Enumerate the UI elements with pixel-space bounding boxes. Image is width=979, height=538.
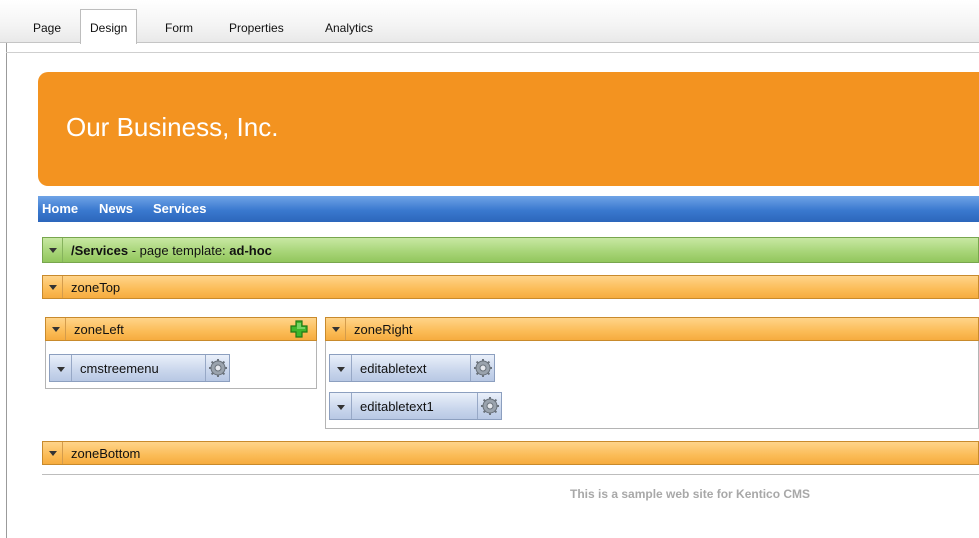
tab-form[interactable]: Form xyxy=(156,10,202,43)
triangle-down-icon[interactable] xyxy=(330,355,352,381)
webpart-editabletext1[interactable]: editabletext1 xyxy=(329,392,502,420)
webpart-label: cmstreemenu xyxy=(80,361,159,376)
triangle-down-icon[interactable] xyxy=(46,318,66,340)
tab-bar: Page Design Form Properties Analytics xyxy=(0,0,979,44)
site-header-banner: Our Business, Inc. xyxy=(38,72,979,186)
webpart-properties-button[interactable] xyxy=(477,393,501,419)
webpart-label: editabletext1 xyxy=(360,399,434,414)
template-path: /Services xyxy=(71,243,129,258)
triangle-down-icon[interactable] xyxy=(43,276,63,298)
template-name: ad-hoc xyxy=(229,243,272,258)
gear-icon xyxy=(209,359,227,377)
tab-design[interactable]: Design xyxy=(80,9,138,44)
webpart-cmstreemenu[interactable]: cmstreemenu xyxy=(49,354,230,382)
webpart-properties-button[interactable] xyxy=(205,355,229,381)
template-info: /Services - page template: ad-hoc xyxy=(71,243,272,258)
template-separator: - page template: xyxy=(128,243,230,258)
zone-top-label: zoneTop xyxy=(71,280,121,295)
divider xyxy=(6,52,979,53)
gear-icon xyxy=(474,359,492,377)
zone-bottom-header: zoneBottom xyxy=(42,441,979,465)
page-border xyxy=(6,43,7,538)
gear-icon xyxy=(481,397,499,415)
zone-top-header: zoneTop xyxy=(42,275,979,299)
add-webpart-button[interactable] xyxy=(289,319,309,339)
site-nav: Home News Services xyxy=(38,196,979,222)
site-footer: This is a sample web site for Kentico CM… xyxy=(570,487,811,501)
plus-icon xyxy=(290,320,308,338)
triangle-down-icon[interactable] xyxy=(50,355,72,381)
divider xyxy=(42,474,979,475)
triangle-down-icon[interactable] xyxy=(326,318,346,340)
zone-bottom-label: zoneBottom xyxy=(71,446,141,461)
zone-right-label: zoneRight xyxy=(354,322,413,337)
zone-right-header: zoneRight xyxy=(325,317,979,341)
triangle-down-icon[interactable] xyxy=(330,393,352,419)
zone-left-header: zoneLeft xyxy=(45,317,317,341)
nav-home-link[interactable]: Home xyxy=(42,201,78,216)
zone-left-label: zoneLeft xyxy=(74,322,124,337)
tab-properties[interactable]: Properties xyxy=(220,10,293,43)
triangle-down-icon[interactable] xyxy=(43,238,63,262)
tab-page[interactable]: Page xyxy=(24,10,70,43)
page-template-bar: /Services - page template: ad-hoc xyxy=(42,237,979,263)
site-title: Our Business, Inc. xyxy=(66,112,279,142)
webpart-label: editabletext xyxy=(360,361,427,376)
tab-analytics[interactable]: Analytics xyxy=(316,10,382,43)
webpart-editabletext[interactable]: editabletext xyxy=(329,354,495,382)
webpart-properties-button[interactable] xyxy=(470,355,494,381)
nav-services-link[interactable]: Services xyxy=(153,201,207,216)
triangle-down-icon[interactable] xyxy=(43,442,63,464)
nav-news-link[interactable]: News xyxy=(99,201,133,216)
